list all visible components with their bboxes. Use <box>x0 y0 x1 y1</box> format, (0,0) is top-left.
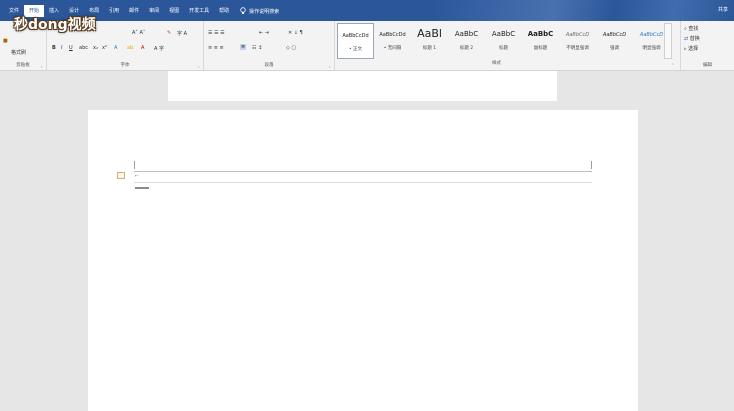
clipboard-launcher-icon[interactable]: ⌞ <box>41 63 43 68</box>
styles-group-label: 样式 <box>492 61 501 66</box>
find-button[interactable]: ⌕ 查找 <box>684 25 698 32</box>
style-title[interactable]: AaBbC 标题 <box>485 23 522 59</box>
style-heading-1[interactable]: AaBl 标题 1 <box>411 23 448 59</box>
style-preview: AaBl <box>417 27 442 40</box>
style-label: 标题 <box>499 46 508 51</box>
content-rule <box>134 182 592 183</box>
align-icons[interactable]: ≡ ≡ ≡ <box>208 45 224 51</box>
title-bar: 文件 开始 插入 设计 布局 引用 邮件 审阅 视图 开发工具 帮助 操作说明搜… <box>0 0 734 21</box>
sort-icon[interactable]: ✕ ↓ ¶ <box>288 30 303 36</box>
tab-mailings[interactable]: 邮件 <box>124 5 144 17</box>
tab-developer[interactable]: 开发工具 <box>184 5 214 17</box>
find-label: 查找 <box>688 26 699 32</box>
editing-group-label: 编辑 <box>703 63 712 68</box>
italic-button[interactable]: I <box>61 45 62 51</box>
char-shading-icon[interactable]: A 字 <box>154 45 164 52</box>
style-label: 不明显强调 <box>566 46 589 51</box>
replace-label: 替换 <box>689 36 700 42</box>
style-subtitle[interactable]: AaBbC 副标题 <box>522 23 559 59</box>
highlight-icon[interactable]: ab <box>127 45 133 51</box>
tab-references[interactable]: 引用 <box>104 5 124 17</box>
font-group-label: 字体 <box>120 63 130 68</box>
ribbon: ■ 格式刷 剪贴板 ⌞ A˄ A˅ ✎ 字 A B I U abc x₂ x² … <box>0 21 734 71</box>
clear-format-icon[interactable]: ✎ <box>167 30 171 36</box>
crop-mark <box>591 161 592 169</box>
replace-button[interactable]: ⇄ 替换 <box>684 35 700 42</box>
select-icon: ▹ <box>684 46 687 52</box>
style-label: • 无间隔 <box>383 46 402 51</box>
underline-button[interactable]: U <box>69 45 73 51</box>
style-preview: AaBbCcD <box>565 32 590 38</box>
watermark-logo: 秒dong视频 <box>14 17 96 33</box>
style-label: 标题 1 <box>422 46 437 51</box>
styles-gallery: AaBbCcDd • 正文 AaBbCcDd • 无间隔 AaBl 标题 1 A… <box>337 23 670 59</box>
style-emphasis[interactable]: AaBbCcD 强调 <box>596 23 633 59</box>
paste-icon[interactable]: ■ <box>3 38 8 44</box>
tab-help[interactable]: 帮助 <box>214 5 234 17</box>
title-bar-decoration <box>434 0 734 21</box>
style-no-spacing[interactable]: AaBbCcDd • 无间隔 <box>374 23 411 59</box>
editing-group: ⌕ 查找 ⇄ 替换 ▹ 选择 编辑 <box>681 21 734 70</box>
shading-border-icon[interactable]: ◇ ▢ <box>286 45 296 51</box>
style-preview: AaBbCcDd <box>379 32 406 38</box>
format-painter-label: 格式刷 <box>11 50 27 56</box>
styles-gallery-scroll[interactable] <box>664 23 672 59</box>
text-effects-icon[interactable]: A <box>114 45 117 51</box>
anchor-icon[interactable] <box>117 172 125 179</box>
style-label: 副标题 <box>533 46 548 51</box>
style-subtle-emphasis[interactable]: AaBbCcD 不明显强调 <box>559 23 596 59</box>
style-preview: AaBbC <box>527 30 554 38</box>
style-normal[interactable]: AaBbCcDd • 正文 <box>337 23 374 59</box>
phonetic-icon[interactable]: 字 A <box>177 30 187 37</box>
share-button[interactable]: 共享 <box>718 6 728 13</box>
header-rule <box>134 171 592 172</box>
tab-review[interactable]: 审阅 <box>144 5 164 17</box>
clipboard-group-label: 剪贴板 <box>16 63 30 68</box>
lightbulb-icon <box>240 7 246 14</box>
bold-button[interactable]: B <box>52 45 56 51</box>
style-label: 强调 <box>610 46 619 51</box>
justify-icon[interactable]: ≣ <box>240 44 247 50</box>
font-launcher-icon[interactable]: ⌞ <box>198 63 200 68</box>
document-area: ↵ <box>0 71 734 411</box>
tab-view[interactable]: 视图 <box>164 5 184 17</box>
subscript-button[interactable]: x₂ <box>93 45 98 51</box>
style-label: 标题 2 <box>459 46 474 51</box>
indent-icon[interactable]: ⇤ ⇥ <box>259 30 269 36</box>
paragraph-launcher-icon[interactable]: ⌞ <box>329 63 331 68</box>
select-button[interactable]: ▹ 选择 <box>684 45 698 52</box>
paragraph-mark: ↵ <box>135 173 139 178</box>
line-spacing-icon[interactable]: ☷ ↕ <box>252 45 262 51</box>
style-preview: AaBbC <box>491 30 516 38</box>
strikethrough-button[interactable]: abc <box>79 45 88 51</box>
tell-me-label: 操作说明搜索 <box>249 8 280 15</box>
superscript-button[interactable]: x² <box>102 45 107 51</box>
search-icon: ⌕ <box>684 26 687 32</box>
style-heading-2[interactable]: AaBbC 标题 2 <box>448 23 485 59</box>
text-stub <box>135 187 149 189</box>
share-label: 共享 <box>717 7 728 13</box>
font-color-icon[interactable]: A <box>141 45 144 51</box>
style-preview: AaBbCcD <box>602 32 627 38</box>
paragraph-group-label: 段落 <box>264 63 274 68</box>
styles-launcher-icon[interactable]: ⌞ <box>672 60 674 65</box>
paragraph-group: ☰ ☰ ☰ ⇤ ⇥ ✕ ↓ ¶ ≡ ≡ ≡ ≣ ☷ ↕ ◇ ▢ 段落 ⌞ <box>204 21 335 70</box>
bullets-icon[interactable]: ☰ ☰ ☰ <box>208 30 225 36</box>
select-label: 选择 <box>688 46 699 52</box>
format-painter-button[interactable]: 格式刷 <box>11 49 26 56</box>
replace-icon: ⇄ <box>684 36 689 42</box>
previous-page-bottom <box>168 71 557 101</box>
style-preview: AaBbC <box>454 30 479 38</box>
tell-me-search[interactable]: 操作说明搜索 <box>240 7 279 15</box>
style-preview: AaBbCcDd <box>342 33 369 39</box>
style-label: • 正文 <box>348 47 363 52</box>
crop-mark <box>134 161 135 169</box>
font-size-grow-icon[interactable]: A˄ A˅ <box>132 30 145 36</box>
document-page[interactable]: ↵ <box>88 110 638 411</box>
